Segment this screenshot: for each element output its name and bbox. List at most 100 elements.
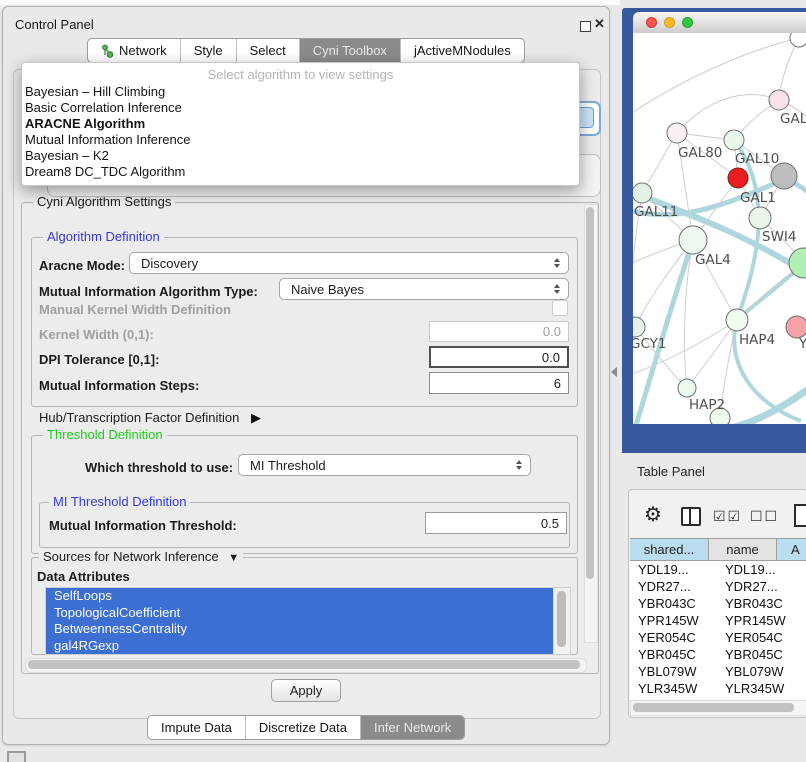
top-tabbar: Network Style Select Cyni Toolbox jActiv… xyxy=(87,38,525,63)
tab-infer-network[interactable]: Infer Network xyxy=(360,716,464,739)
expander-open-icon[interactable]: ▼ xyxy=(228,552,239,564)
node-gal10[interactable] xyxy=(724,130,744,150)
table-row[interactable]: YBR045C YBR045C 9. xyxy=(630,646,806,663)
float-panel-icon[interactable] xyxy=(580,21,591,32)
list-vscrollbar[interactable] xyxy=(553,588,570,654)
node-swi4[interactable] xyxy=(749,207,771,229)
hub-expander[interactable]: Hub/Transcription Factor Definition ▶ xyxy=(39,410,261,426)
list-item[interactable]: SelfLoops xyxy=(46,588,553,605)
tab-impute-data[interactable]: Impute Data xyxy=(148,716,245,739)
table-body: YDL19... YDL19... 13 YDR27... YDR27... 1… xyxy=(630,561,806,700)
node-gcy1[interactable] xyxy=(633,317,645,337)
export-table-icon[interactable] xyxy=(794,504,806,527)
node-label: SWI4 xyxy=(762,229,797,245)
tab-cyni-toolbox[interactable]: Cyni Toolbox xyxy=(299,39,400,62)
dropdown-item[interactable]: Bayesian – K2 xyxy=(22,148,579,164)
aracne-mode-value: Discovery xyxy=(141,256,198,271)
dropdown-item-selected[interactable]: ARACNE Algorithm xyxy=(22,116,579,132)
column-header-name[interactable]: name xyxy=(709,538,777,561)
table-row[interactable]: YLR345W YLR345W 9. xyxy=(630,680,806,697)
table-row[interactable]: YDR27... YDR27... 12 xyxy=(630,578,806,595)
table-row[interactable]: YBL079W YBL079W xyxy=(630,663,806,680)
settings-hscrollbar-thumb[interactable] xyxy=(28,660,580,669)
hub-expander-label: Hub/Transcription Factor Definition xyxy=(39,410,239,425)
combo-arrows-icon xyxy=(554,258,560,268)
node[interactable] xyxy=(790,33,806,47)
dpi-tolerance-field[interactable]: 0.0 xyxy=(429,346,569,368)
network-window-titlebar[interactable] xyxy=(633,12,806,34)
node-gal1[interactable] xyxy=(728,168,748,188)
node-label: GAL xyxy=(780,111,806,127)
list-item[interactable]: BetweennessCentrality xyxy=(46,621,553,638)
node-hap4[interactable] xyxy=(726,309,748,331)
manual-kernel-checkbox[interactable] xyxy=(552,300,568,316)
data-attributes-label: Data Attributes xyxy=(37,569,130,584)
node-gal80[interactable] xyxy=(667,123,687,143)
bottom-tabbar: Impute Data Discretize Data Infer Networ… xyxy=(147,715,465,740)
column-header-shared-name[interactable]: shared... xyxy=(630,538,709,561)
cyni-settings-legend: Cyni Algorithm Settings xyxy=(33,195,175,209)
dropdown-item[interactable]: Dream8 DC_TDC Algorithm xyxy=(22,164,579,180)
mi-type-combobox[interactable]: Naive Bayes xyxy=(279,278,569,300)
kernel-width-label: Kernel Width (0,1): xyxy=(39,327,154,342)
which-threshold-combobox[interactable]: MI Threshold xyxy=(238,454,531,476)
node-hap2[interactable] xyxy=(678,379,696,397)
network-icon xyxy=(101,44,114,58)
table-row[interactable]: YDL19... YDL19... 13 xyxy=(630,561,806,578)
table-row[interactable]: YBR043C YBR043C xyxy=(630,595,806,612)
collapsed-panel-icon[interactable] xyxy=(7,751,26,762)
table-row[interactable]: YER054C YER054C 8. xyxy=(630,629,806,646)
network-canvas[interactable]: GAL GAL80 GAL10 GAL1 GAL11 SWI4 GAL4 GCY… xyxy=(633,33,806,424)
which-threshold-label: Which threshold to use: xyxy=(85,460,233,475)
close-window-icon[interactable] xyxy=(646,17,657,28)
select-all-columns-icon[interactable]: ☑☑ xyxy=(713,508,742,525)
threshold-definition-legend: Threshold Definition xyxy=(43,428,167,442)
edge xyxy=(677,95,779,133)
deselect-all-columns-icon[interactable]: ☐☐ xyxy=(750,508,779,525)
dropdown-item[interactable]: Basic Correlation Inference xyxy=(22,100,579,116)
table-hscrollbar-thumb[interactable] xyxy=(633,703,794,712)
table-row[interactable]: YPR145W YPR145W 9. xyxy=(630,612,806,629)
tab-network[interactable]: Network xyxy=(88,39,180,62)
tab-style[interactable]: Style xyxy=(180,39,236,62)
mi-threshold-field[interactable]: 0.5 xyxy=(425,512,567,534)
tab-jactivemnodules[interactable]: jActiveMNodules xyxy=(400,39,524,62)
dropdown-item[interactable]: Bayesian – Hill Climbing xyxy=(22,84,579,100)
gear-icon[interactable]: ⚙ xyxy=(644,505,662,525)
which-threshold-value: MI Threshold xyxy=(250,458,326,473)
aracne-mode-combobox[interactable]: Discovery xyxy=(129,252,569,274)
dropdown-item[interactable]: Mutual Information Inference xyxy=(22,132,579,148)
table-panel-title: Table Panel xyxy=(637,464,705,479)
algorithm-dropdown-popup: Select algorithm to view settings Bayesi… xyxy=(21,62,580,186)
tab-select[interactable]: Select xyxy=(236,39,299,62)
node-label: GCY1 xyxy=(633,336,667,352)
close-panel-icon[interactable]: ✕ xyxy=(594,16,605,32)
column-header-partial[interactable]: A xyxy=(777,538,806,561)
panel-divider-grabber[interactable] xyxy=(611,367,617,377)
node-gal11[interactable] xyxy=(633,183,652,203)
data-attributes-list: SelfLoops TopologicalCoefficient Between… xyxy=(45,587,571,655)
node-table: YDL19... YDL19... 13 YDR27... YDR27... 1… xyxy=(630,561,806,700)
node-label: GAL4 xyxy=(695,252,731,268)
maximize-window-icon[interactable] xyxy=(682,17,693,28)
kernel-width-field[interactable]: 0.0 xyxy=(429,321,569,342)
list-item[interactable]: TopologicalCoefficient xyxy=(46,605,553,622)
mi-steps-field[interactable]: 6 xyxy=(429,372,569,394)
sources-legend: Sources for Network Inference ▼ xyxy=(39,550,243,565)
combo-arrows-icon xyxy=(516,460,522,470)
node-salmon[interactable] xyxy=(786,316,806,338)
aracne-mode-label: Aracne Mode: xyxy=(39,258,125,273)
list-item[interactable]: gal4RGexp xyxy=(46,638,553,655)
mi-threshold-label: Mutual Information Threshold: xyxy=(49,518,237,533)
node-gal4[interactable] xyxy=(679,226,707,254)
settings-vscrollbar-thumb[interactable] xyxy=(586,207,594,579)
edge xyxy=(635,240,693,327)
list-vscrollbar-thumb[interactable] xyxy=(557,591,566,647)
dpi-tolerance-label: DPI Tolerance [0,1]: xyxy=(39,352,159,367)
tab-discretize-data[interactable]: Discretize Data xyxy=(245,716,360,739)
node-gal-partial[interactable] xyxy=(769,90,789,110)
split-columns-icon[interactable] xyxy=(681,507,701,526)
apply-button[interactable]: Apply xyxy=(271,679,341,702)
expander-closed-icon: ▶ xyxy=(251,410,261,426)
minimize-window-icon[interactable] xyxy=(664,17,675,28)
